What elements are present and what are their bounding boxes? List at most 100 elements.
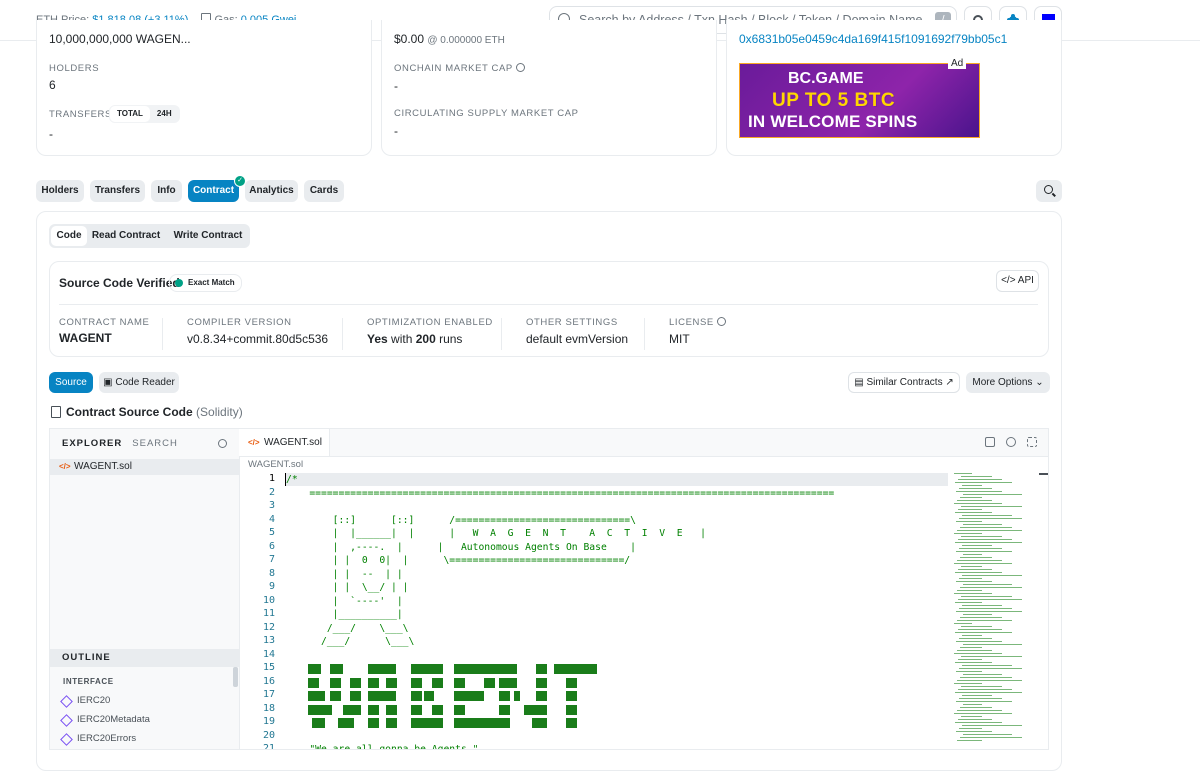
more-options-button[interactable]: More Options ⌄ — [966, 372, 1050, 393]
ad-brand: BC.GAME — [788, 70, 864, 87]
tab-transfers[interactable]: Transfers — [90, 180, 145, 202]
ascii-art-block — [454, 718, 499, 728]
info-icon[interactable] — [716, 317, 726, 326]
optimization-runs-suffix: runs — [435, 332, 463, 346]
minimap-line — [960, 617, 1002, 618]
ascii-art-block — [350, 677, 361, 688]
minimap-line — [958, 689, 1012, 690]
minimap-line — [956, 491, 1002, 492]
code-file-icon: </> — [59, 462, 71, 471]
ascii-art-block — [536, 664, 547, 674]
minimap-line — [962, 695, 992, 696]
outline-item-ierc20errors[interactable]: IERC20Errors — [77, 733, 136, 744]
divider — [501, 318, 502, 350]
holders-label: HOLDERS — [49, 63, 100, 74]
code-reader-button[interactable]: ▣ Code Reader — [99, 372, 179, 393]
ascii-art-block — [338, 718, 354, 728]
market-card: $0.00 @ 0.000000 ETH ONCHAIN MARKET CAP … — [381, 20, 717, 156]
gear-icon[interactable] — [218, 439, 227, 448]
tab-info[interactable]: Info — [151, 180, 182, 202]
similar-contracts-button[interactable]: ▤ Similar Contracts ↗ — [848, 372, 960, 393]
ascii-art-block — [432, 704, 443, 715]
ad-headline: UP TO 5 BTC — [772, 90, 896, 111]
fullscreen-icon[interactable] — [1027, 437, 1037, 447]
minimap-line — [960, 677, 1012, 678]
ascii-art-block — [454, 677, 465, 688]
link-icon[interactable] — [1006, 437, 1016, 447]
outline-header[interactable]: OUTLINE — [50, 649, 239, 667]
token-contract-address[interactable]: 0x6831b05e0459c4da169f415f1091692f79bb05… — [739, 32, 1007, 46]
ascii-art-block — [536, 691, 547, 701]
explorer-file-item[interactable]: </> WAGENT.sol — [50, 459, 239, 475]
tab-cards[interactable]: Cards — [304, 180, 344, 202]
code-line: [::] [::] /=============================… — [286, 514, 636, 526]
overview-card: 10,000,000,000 WAGEN... HOLDERS 6 TRANSF… — [36, 20, 372, 156]
line-number: 18 — [262, 702, 275, 714]
code-line: | | \__/ | | — [286, 582, 409, 593]
outline-item-ierc20metadata[interactable]: IERC20Metadata — [77, 714, 150, 725]
code-line: | |______| | | W A G E N T A C T I V E | — [286, 528, 706, 539]
subtab-write-contract[interactable]: Write Contract — [169, 226, 247, 246]
minimap-line — [957, 590, 982, 591]
interface-icon — [60, 695, 73, 708]
ascii-art-block — [499, 664, 517, 674]
similar-contracts-label: Similar Contracts — [866, 377, 943, 388]
editor-scrollbar[interactable] — [1039, 473, 1048, 749]
search-tab[interactable]: SEARCH — [132, 438, 178, 449]
token-price-eth: @ 0.000000 ETH — [427, 35, 505, 46]
minimap-line — [955, 542, 1022, 543]
code-line: /* — [286, 474, 298, 485]
minimap-line — [957, 620, 1012, 621]
source-button[interactable]: Source — [49, 372, 93, 393]
minimap-line — [961, 626, 992, 627]
line-number: 10 — [262, 594, 275, 606]
tab-search-button[interactable] — [1036, 180, 1062, 202]
minimap-line — [959, 548, 1002, 549]
ascii-art-block — [411, 677, 422, 688]
minimap[interactable] — [952, 473, 1028, 749]
minimap-line — [955, 632, 1012, 633]
minimap-line — [955, 572, 1002, 573]
minimap-line — [956, 611, 1022, 612]
tab-holders[interactable]: Holders — [36, 180, 84, 202]
holders-value: 6 — [49, 78, 56, 92]
minimap-line — [963, 614, 992, 615]
ascii-art-block — [312, 718, 325, 728]
line-number: 17 — [262, 689, 275, 700]
minimap-line — [958, 719, 992, 720]
minimap-line — [954, 503, 1002, 504]
transfers-total-toggle[interactable]: TOTAL — [110, 106, 150, 122]
minimap-line — [963, 554, 982, 555]
code-line: /___/ \___\ — [286, 622, 409, 634]
outline-scrollbar[interactable] — [233, 667, 238, 687]
copy-icon[interactable] — [985, 437, 995, 447]
ascii-art-block — [368, 718, 379, 728]
editor-file-tab[interactable]: </> WAGENT.sol — [239, 429, 330, 456]
code-area[interactable]: /* =====================================… — [285, 473, 948, 749]
subtab-code[interactable]: Code — [51, 226, 87, 246]
subtab-read-contract[interactable]: Read Contract — [91, 226, 161, 246]
ascii-art-block — [368, 691, 396, 701]
explorer-tab[interactable]: EXPLORER — [62, 438, 122, 449]
editor-file-tab-label: WAGENT.sol — [264, 437, 322, 448]
info-icon[interactable] — [515, 63, 525, 72]
ascii-art-block — [308, 677, 319, 688]
chevron-down-icon: ⌄ — [1032, 377, 1044, 388]
ascii-art-block — [368, 704, 379, 715]
minimap-line — [958, 629, 1002, 630]
minimap-line — [957, 650, 992, 651]
minimap-line — [959, 698, 1002, 699]
document-icon: ▤ — [854, 377, 867, 388]
transfers-24h-toggle[interactable]: 24H — [150, 106, 179, 122]
tab-analytics[interactable]: Analytics — [245, 180, 298, 202]
outline-item-ierc20[interactable]: IERC20 — [77, 695, 110, 706]
ascii-art-block — [484, 677, 495, 688]
scroll-thumb[interactable] — [1039, 473, 1048, 475]
minimap-line — [959, 578, 982, 579]
minimap-line — [961, 566, 982, 567]
api-button[interactable]: </> API — [996, 270, 1039, 292]
tab-contract[interactable]: Contract — [188, 180, 239, 202]
ad-banner[interactable]: BC.GAME UP TO 5 BTC IN WELCOME SPINS — [739, 63, 980, 138]
minimap-line — [954, 563, 1012, 564]
minimap-line — [957, 740, 982, 741]
